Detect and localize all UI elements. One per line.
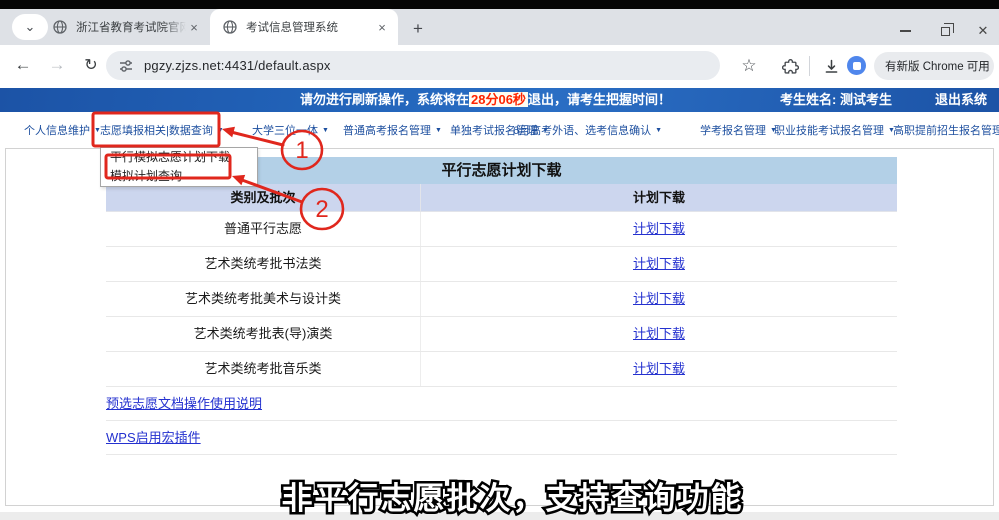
menu-item-vocational-skill[interactable]: 职业技能考试报名管理▼ [774,112,895,148]
dropdown-item-mock-plan-query[interactable]: 模拟计划查询 [101,167,257,186]
tab-close-icon[interactable]: × [374,20,390,35]
menu-label: 普通高考报名管理 [343,122,431,138]
menu-label: 职业技能考试报名管理 [774,122,884,138]
caret-down-icon: ▼ [655,127,662,134]
content-panel: 平行志愿计划下载 类别及批次 计划下载 普通平行志愿 计划下载 艺术类统考批书法… [5,148,994,506]
menu-item-advance-enrollment[interactable]: 高职提前招生报名管理▼ [893,112,999,148]
app-menu-bar: 个人信息维护▼ 志愿填报相关|数据查询▼ 大学三位一体▼ 普通高考报名管理▼ 单… [0,112,999,148]
back-icon: ← [15,55,32,75]
tab-zjzs-official[interactable]: 浙江省教育考试院官网 考生办 × [40,9,210,45]
globe-icon [222,19,238,35]
doc-link-row: 预选志愿文档操作使用说明 [106,387,897,421]
column-header-download: 计划下载 [421,184,897,211]
logout-button[interactable]: 退出系统 [935,88,987,112]
forward-icon: → [49,55,66,75]
close-icon: ✕ [978,23,989,39]
site-settings-icon [118,58,134,74]
menu-item-personal-info[interactable]: 个人信息维护▼ [24,112,101,148]
plan-download-link[interactable]: 计划下载 [633,291,685,306]
reload-button[interactable]: ↻ [76,50,106,80]
menu-label: 学考报名管理 [700,122,766,138]
row-category: 艺术类统考批音乐类 [106,352,421,386]
caret-down-icon: ▼ [435,127,442,134]
new-tab-button[interactable]: + [406,17,430,41]
profile-avatar[interactable] [847,56,866,75]
table-row: 普通平行志愿 计划下载 [106,212,897,247]
menu-item-june-foreign-language[interactable]: 6月高考外语、选考信息确认 ▼ [513,112,662,148]
address-bar[interactable]: pgzy.zjzs.net:4431/default.aspx [106,51,720,80]
menu-item-xuekao-registration[interactable]: 学考报名管理▼ [700,112,777,148]
candidate-name: 考生姓名: 测试考生 [780,88,892,112]
row-category: 普通平行志愿 [106,212,421,246]
tab-exam-info-system[interactable]: 考试信息管理系统 × [210,9,398,45]
avatar-glyph [853,62,861,70]
caret-down-icon: ▼ [322,127,329,134]
table-row: 艺术类统考批美术与设计类 计划下载 [106,282,897,317]
toolbar-divider [809,56,810,76]
caret-down-icon: ▼ [217,127,224,134]
row-category: 艺术类统考批表(导)演类 [106,317,421,351]
menu-item-application-query[interactable]: 志愿填报相关|数据查询 ▼ [100,112,224,148]
plan-download-link[interactable]: 计划下载 [633,326,685,341]
globe-icon [52,19,68,35]
menu-label: 6月高考外语、选考信息确认 [513,122,651,138]
bookmark-button[interactable]: ☆ [738,55,760,77]
reload-icon: ↻ [84,55,97,75]
menu-label: 个人信息维护 [24,122,90,138]
minimize-icon [900,30,911,32]
column-header-category: 类别及批次 [106,184,421,211]
back-button[interactable]: ← [8,50,38,80]
menu-label: 志愿填报相关|数据查询 [100,122,213,138]
doc-link-row: WPS启用宏插件 [106,421,897,455]
chevron-down-icon: ⌄ [25,19,36,35]
url-text: pgzy.zjzs.net:4431/default.aspx [144,58,331,73]
session-warning: 请勿进行刷新操作，系统将在28分06秒退出，请考生把握时间！ [300,88,671,112]
session-timer: 28分06秒 [469,92,528,107]
dropdown-item-parallel-mock-plan-download[interactable]: 平行模拟志愿计划下载 [101,148,257,167]
table-row: 艺术类统考批书法类 计划下载 [106,247,897,282]
window-minimize-button[interactable] [890,20,920,42]
browser-tab-bar: ⌄ 浙江省教育考试院官网 考生办 × 考试信息管理系统 × + ✕ [0,9,999,45]
plan-download-link[interactable]: 计划下载 [633,361,685,376]
tab-title: 考试信息管理系统 [246,19,374,35]
warning-suffix: 退出，请考生把握时间！ [528,92,671,107]
table-header-row: 类别及批次 计划下载 [106,184,897,212]
application-query-dropdown: 平行模拟志愿计划下载 模拟计划查询 [100,147,258,187]
download-icon [823,58,840,75]
wps-macro-plugin-link[interactable]: WPS启用宏插件 [106,430,201,445]
warning-prefix: 请勿进行刷新操作，系统将在 [300,92,469,107]
menu-item-sanweiyiti[interactable]: 大学三位一体 ▼ [252,112,329,148]
restore-icon [941,27,950,36]
menu-item-gaokao-registration[interactable]: 普通高考报名管理 ▼ [343,112,442,148]
plan-download-table: 平行志愿计划下载 类别及批次 计划下载 普通平行志愿 计划下载 艺术类统考批书法… [106,157,897,455]
table-row: 艺术类统考批表(导)演类 计划下载 [106,317,897,352]
chrome-update-button[interactable]: 有新版 Chrome 可用 ⋮ [874,52,994,80]
row-category: 艺术类统考批美术与设计类 [106,282,421,316]
puzzle-icon [782,58,799,75]
window-close-button[interactable]: ✕ [968,20,998,42]
forward-button[interactable]: → [42,50,72,80]
downloads-button[interactable] [820,55,842,77]
preselect-doc-guide-link[interactable]: 预选志愿文档操作使用说明 [106,396,262,411]
plus-icon: + [413,19,423,39]
plan-download-link[interactable]: 计划下载 [633,221,685,236]
plan-download-link[interactable]: 计划下载 [633,256,685,271]
star-icon: ☆ [741,56,756,76]
row-category: 艺术类统考批书法类 [106,247,421,281]
tab-close-icon[interactable]: × [186,20,202,35]
window-restore-button[interactable] [930,20,960,42]
extensions-button[interactable] [779,55,801,77]
chrome-update-label: 有新版 Chrome 可用 [885,58,990,74]
video-caption: 非平行志愿批次，支持查询功能 [13,473,999,518]
menu-label: 高职提前招生报名管理 [893,122,999,138]
table-row: 艺术类统考批音乐类 计划下载 [106,352,897,387]
app-header: 请勿进行刷新操作，系统将在28分06秒退出，请考生把握时间！ 考生姓名: 测试考… [0,88,999,112]
tab-title: 浙江省教育考试院官网 考生办 [76,19,186,35]
menu-label: 大学三位一体 [252,122,318,138]
window-top-edge [0,0,999,9]
